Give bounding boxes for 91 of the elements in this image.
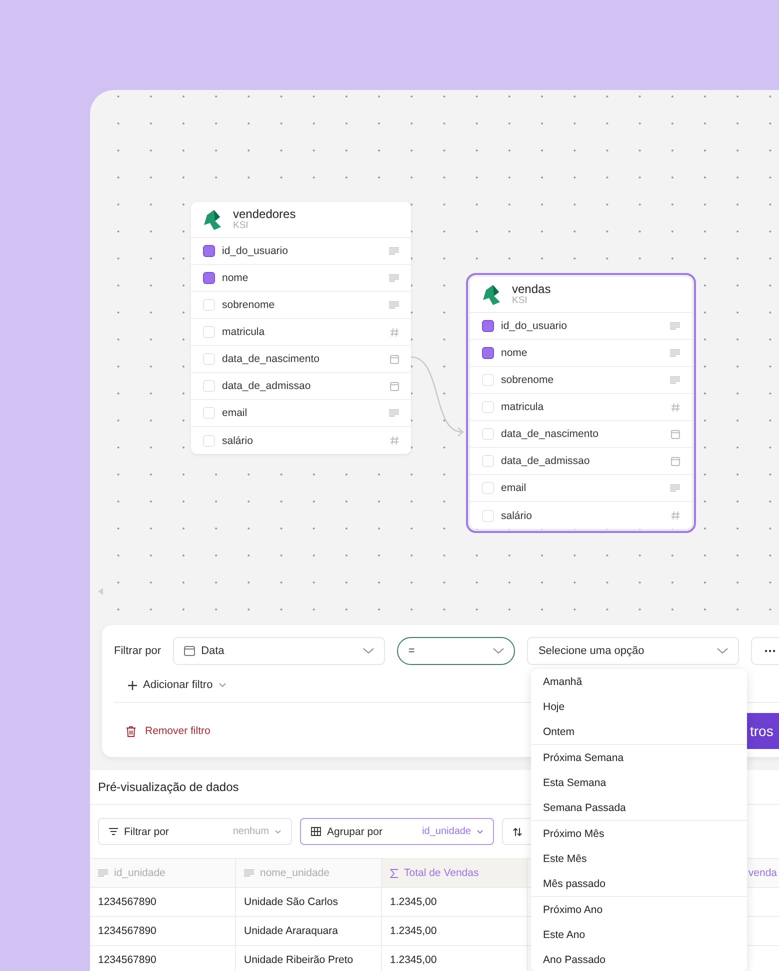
menu-item[interactable]: Próxima Semana	[531, 745, 747, 770]
grid-icon	[311, 827, 321, 836]
text-lines-icon	[670, 322, 680, 330]
menu-item[interactable]: Hoje	[531, 694, 747, 719]
menu-item[interactable]: Este Mês	[531, 846, 747, 871]
field-name: email	[501, 482, 528, 494]
calendar-icon	[390, 382, 399, 390]
text-lines-icon	[389, 409, 399, 417]
sigma-icon	[390, 868, 398, 878]
filter-label: Filtrar por	[114, 645, 162, 657]
hash-icon	[390, 436, 399, 445]
field-name: matricula	[501, 401, 545, 413]
table-cell: 1234567890	[90, 888, 236, 916]
table-logo-icon	[482, 284, 502, 306]
sort-icon	[513, 828, 522, 836]
plus-icon	[128, 680, 137, 690]
hash-icon	[390, 328, 399, 336]
table-name: vendas	[512, 283, 551, 296]
group-dropdown[interactable]: Agrupar por id_unidade	[300, 818, 494, 845]
text-lines-icon	[670, 376, 680, 384]
text-lines-icon	[244, 869, 254, 877]
value-select[interactable]: Selecione uma opção	[527, 637, 739, 665]
table-node[interactable]: vendas KSI id_do_usuario nome sobrenome matricula data_de_nascimento data_de_admissao email salário	[470, 277, 692, 529]
chevron-down-icon	[275, 830, 281, 834]
field-name: email	[222, 407, 248, 419]
menu-item[interactable]: Esta Semana	[531, 770, 747, 795]
remove-filter-button[interactable]: Remover filtro	[126, 725, 210, 737]
field-name: nome	[501, 347, 528, 359]
add-filter-button[interactable]: Adicionar filtro	[128, 679, 226, 691]
table-cell: 1234567890	[90, 946, 236, 971]
checkbox[interactable]	[482, 347, 494, 359]
table-cell: Unidade São Carlos	[236, 888, 382, 916]
filter-icon	[109, 828, 118, 835]
field-name: data_de_nascimento	[222, 353, 320, 365]
table-logo-icon	[203, 208, 223, 230]
caret-icon[interactable]	[98, 588, 103, 595]
text-lines-icon	[670, 484, 680, 492]
operator-select[interactable]: =	[397, 637, 516, 665]
menu-item[interactable]: Próximo Ano	[531, 897, 747, 922]
checkbox[interactable]	[203, 245, 215, 257]
more-button[interactable]: ···	[750, 637, 779, 665]
chevron-down-icon	[363, 648, 374, 654]
menu-item[interactable]: Este Ano	[531, 922, 747, 947]
field-name: data_de_nascimento	[501, 428, 600, 440]
field-name: nome	[222, 272, 250, 284]
menu-item[interactable]: Amanhã	[531, 669, 747, 694]
checkbox[interactable]	[482, 320, 494, 332]
menu-item[interactable]: Mês passado	[531, 871, 747, 896]
field-name: data_de_admissao	[222, 380, 312, 392]
table-cell: 1234567890	[90, 917, 236, 945]
table-source: KSI	[233, 220, 250, 231]
table-cell: 1.2345,00	[382, 946, 528, 971]
table-source: KSI	[512, 296, 528, 306]
calendar-icon	[390, 354, 399, 364]
menu-item[interactable]: Semana Passada	[531, 795, 747, 820]
chevron-down-icon	[477, 830, 483, 834]
field-name: id_do_usuario	[501, 320, 568, 332]
text-lines-icon	[389, 274, 399, 282]
calendar-icon	[671, 430, 680, 438]
trash-icon	[126, 726, 136, 736]
field-name: data_de_admissao	[501, 455, 591, 467]
chevron-down-icon	[493, 648, 504, 654]
field-select[interactable]: Data	[173, 637, 386, 665]
calendar-icon	[671, 456, 680, 466]
section-title: Pré-visualização de dados	[98, 780, 239, 794]
field-name: salário	[501, 510, 533, 522]
field-name: salário	[222, 434, 254, 446]
field-name: id_do_usuario	[222, 245, 289, 257]
table-node[interactable]: vendedores KSI id_do_usuario nome sobrenome matricula data_de_nascimento data_de_admissao email salário	[191, 202, 411, 454]
menu-item[interactable]: Próximo Mês	[531, 821, 747, 846]
field-name: sobrenome	[222, 299, 276, 311]
filter-dropdown[interactable]: Filtrar por nenhum	[98, 818, 292, 845]
table-name: vendedores	[233, 208, 296, 221]
text-lines-icon	[389, 301, 399, 309]
hash-icon	[671, 402, 680, 412]
field-name: sobrenome	[501, 374, 555, 386]
calendar-icon	[184, 646, 196, 656]
chevron-down-icon	[218, 683, 226, 687]
checkbox[interactable]	[203, 272, 215, 284]
field-name: matricula	[222, 326, 266, 338]
text-lines-icon	[670, 349, 680, 357]
menu-item[interactable]: Ontem	[531, 719, 747, 744]
table-cell: 1.2345,00	[382, 917, 528, 945]
table-cell: Unidade Ribeirão Preto	[236, 946, 382, 971]
table-cell: Unidade Araraquara	[236, 917, 382, 945]
table-cell: 1.2345,00	[382, 888, 528, 916]
text-lines-icon	[98, 869, 108, 877]
chevron-down-icon	[716, 648, 728, 654]
text-lines-icon	[389, 247, 399, 255]
hash-icon	[671, 511, 680, 520]
menu-item[interactable]: Ano Passado	[531, 947, 747, 971]
